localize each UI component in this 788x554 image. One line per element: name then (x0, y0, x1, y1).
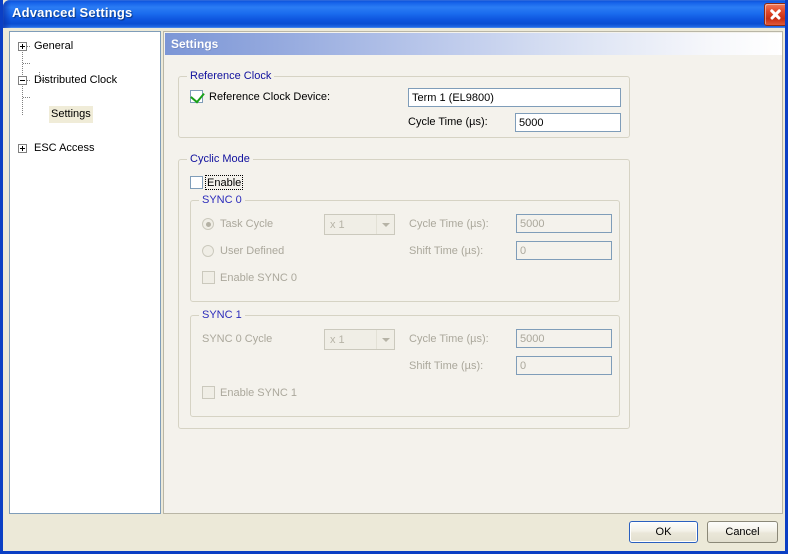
radio-selected-dot (205, 221, 211, 227)
ok-button[interactable]: OK (629, 521, 698, 543)
sync1-legend: SYNC 1 (199, 309, 245, 321)
sync1-group: SYNC 1 SYNC 0 Cycle x 1 Cycle Time (µs):… (190, 309, 620, 417)
sync1-multiplier-value: x 1 (330, 333, 345, 346)
close-icon[interactable] (764, 3, 785, 26)
plus-icon-vertical-2 (22, 146, 23, 151)
sync1-multiplier-dropdown[interactable]: x 1 (324, 329, 395, 350)
reference-clock-device-label: Reference Clock Device: (209, 91, 331, 103)
cyclic-mode-group: Cyclic Mode Enable SYNC 0 Task Cycle Use… (178, 153, 630, 429)
sidebar-item-settings[interactable]: Settings (10, 106, 160, 123)
sidebar-item-general[interactable]: General (10, 38, 160, 55)
sync1-shift-time-field[interactable]: 0 (516, 356, 612, 375)
tree-connector-2 (23, 63, 30, 64)
sync0-task-cycle-label: Task Cycle (220, 218, 274, 230)
sync1-cycle-time-field[interactable]: 5000 (516, 329, 612, 348)
sync1-sync0-cycle-label: SYNC 0 Cycle (202, 333, 273, 345)
sync0-shift-time-label: Shift Time (µs): (409, 245, 484, 257)
sidebar-item-distributed-clock-label: Distributed Clock (34, 74, 118, 86)
reference-clock-device-field[interactable]: Term 1 (EL9800) (408, 88, 621, 107)
cyclic-mode-legend: Cyclic Mode (187, 153, 253, 165)
sync0-multiplier-value: x 1 (330, 218, 345, 231)
sync0-group: SYNC 0 Task Cycle User Defined x 1 Cycle… (190, 194, 620, 302)
sync0-user-defined-label: User Defined (220, 245, 285, 257)
navigation-tree-panel[interactable]: General Distributed Clock Settings ESC A… (9, 31, 161, 514)
panel-header: Settings (165, 33, 782, 55)
sync0-shift-time-field[interactable]: 0 (516, 241, 612, 260)
reference-clock-device-checkbox[interactable] (190, 88, 205, 104)
advanced-settings-dialog: Advanced Settings General Distributed Cl… (0, 0, 788, 554)
sync1-cycle-time-label: Cycle Time (µs): (409, 333, 489, 345)
expand-plus-icon[interactable] (18, 42, 27, 51)
sync0-user-defined-radio[interactable] (202, 245, 214, 257)
title-bar-gloss (3, 0, 11, 28)
sync0-legend: SYNC 0 (199, 194, 245, 206)
reference-clock-legend: Reference Clock (187, 70, 275, 82)
sync0-cycle-time-field[interactable]: 5000 (516, 214, 612, 233)
reference-clock-group: Reference Clock Reference Clock Device: … (178, 70, 630, 138)
panel-header-label: Settings (171, 37, 219, 51)
sidebar-item-esc-access[interactable]: ESC Access (10, 140, 160, 157)
sync1-shift-time-label: Shift Time (µs): (409, 360, 484, 372)
cyclic-mode-enable-checkbox[interactable] (190, 176, 203, 189)
sync1-enable-label: Enable SYNC 1 (220, 387, 298, 399)
collapse-minus-icon[interactable] (18, 76, 27, 85)
title-bar: Advanced Settings (3, 0, 785, 28)
expand-plus-icon-2[interactable] (18, 144, 27, 153)
navigation-tree: General Distributed Clock Settings ESC A… (10, 32, 160, 154)
sidebar-item-general-label: General (34, 40, 74, 52)
sidebar-item-esc-access-label: ESC Access (34, 142, 95, 154)
checkmark-icon (190, 88, 205, 104)
sync0-enable-checkbox[interactable] (202, 271, 215, 284)
cancel-button[interactable]: Cancel (707, 521, 778, 543)
sync0-task-cycle-radio[interactable] (202, 218, 214, 230)
reference-clock-cycle-time-field[interactable]: 5000 (515, 113, 621, 132)
settings-panel: Settings Reference Clock Reference Clock… (163, 31, 783, 514)
sync0-cycle-time-label: Cycle Time (µs): (409, 218, 489, 230)
sync0-multiplier-dropdown[interactable]: x 1 (324, 214, 395, 235)
sidebar-item-distributed-clock[interactable]: Distributed Clock (10, 72, 160, 89)
minus-icon-horizontal (20, 80, 25, 81)
reference-clock-cycle-time-label: Cycle Time (µs): (408, 116, 488, 128)
plus-icon-vertical (22, 44, 23, 49)
chevron-down-icon-2[interactable] (376, 330, 394, 349)
sync1-enable-checkbox[interactable] (202, 386, 215, 399)
tree-connector-4 (23, 97, 30, 98)
sidebar-item-settings-label: Settings (49, 106, 93, 123)
cyclic-mode-enable-focus-rect (205, 175, 243, 190)
window-title: Advanced Settings (12, 5, 133, 20)
sync0-enable-label: Enable SYNC 0 (220, 272, 298, 284)
chevron-down-icon[interactable] (376, 215, 394, 234)
